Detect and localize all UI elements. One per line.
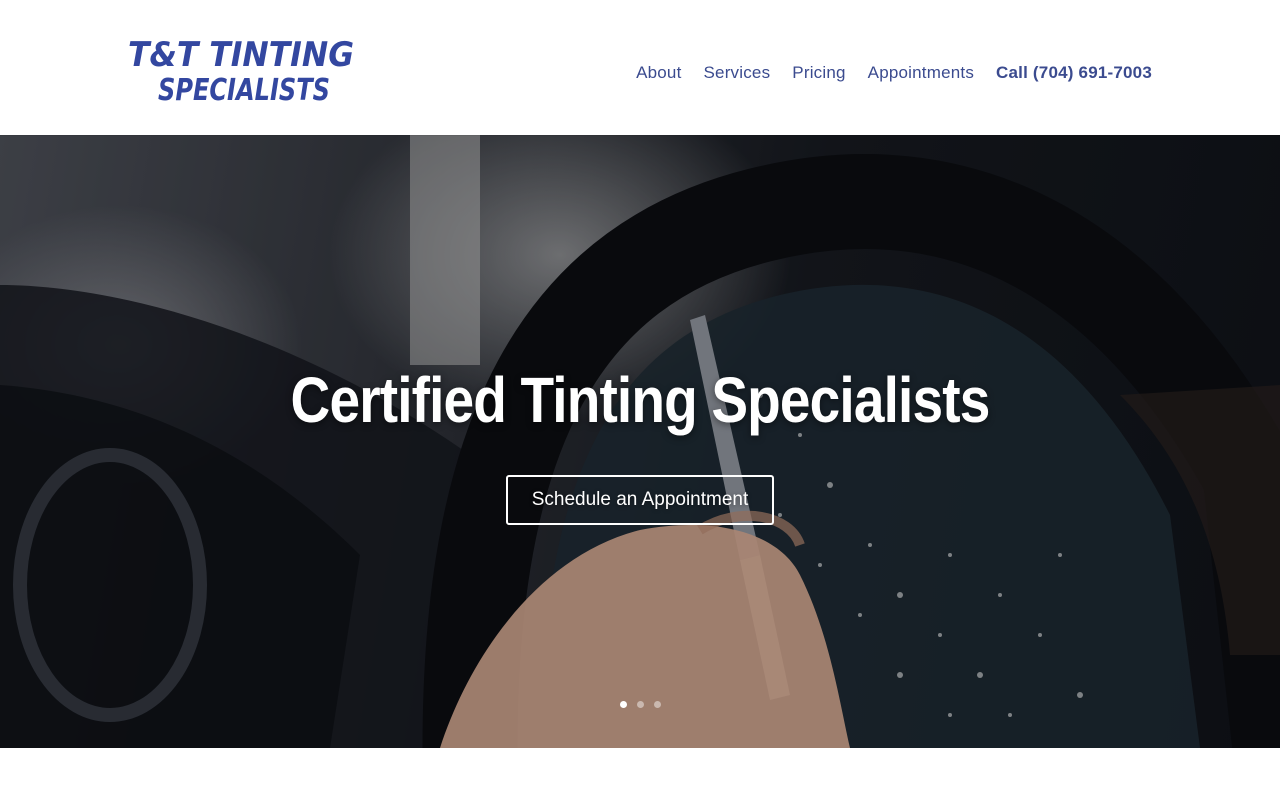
main-nav: About Services Pricing Appointments Call…: [636, 60, 1152, 86]
slider-pagination: [620, 701, 671, 709]
svg-text:T&T TINTING: T&T TINTING: [128, 36, 354, 75]
site-header: T&T TINTING SPECIALISTS About Services P…: [0, 0, 1280, 135]
nav-about[interactable]: About: [636, 63, 681, 83]
svg-text:SPECIALISTS: SPECIALISTS: [158, 73, 330, 106]
slider-dot-3[interactable]: [654, 701, 661, 708]
page-content-start: [0, 748, 1280, 800]
hero-overlay: [0, 135, 1280, 748]
hero-title: Certified Tinting Specialists: [290, 364, 991, 436]
nav-call-phone[interactable]: Call (704) 691-7003: [996, 63, 1152, 83]
logo-wordmark: T&T TINTING SPECIALISTS: [128, 36, 354, 106]
nav-pricing[interactable]: Pricing: [792, 63, 845, 83]
nav-services[interactable]: Services: [704, 63, 771, 83]
slider-dot-1[interactable]: [620, 701, 627, 708]
logo[interactable]: T&T TINTING SPECIALISTS: [128, 36, 358, 106]
nav-appointments[interactable]: Appointments: [868, 63, 974, 83]
hero-slider: Certified Tinting Specialists Schedule a…: [0, 135, 1280, 748]
slider-dot-2[interactable]: [637, 701, 644, 708]
schedule-appointment-button[interactable]: Schedule an Appointment: [506, 475, 774, 525]
